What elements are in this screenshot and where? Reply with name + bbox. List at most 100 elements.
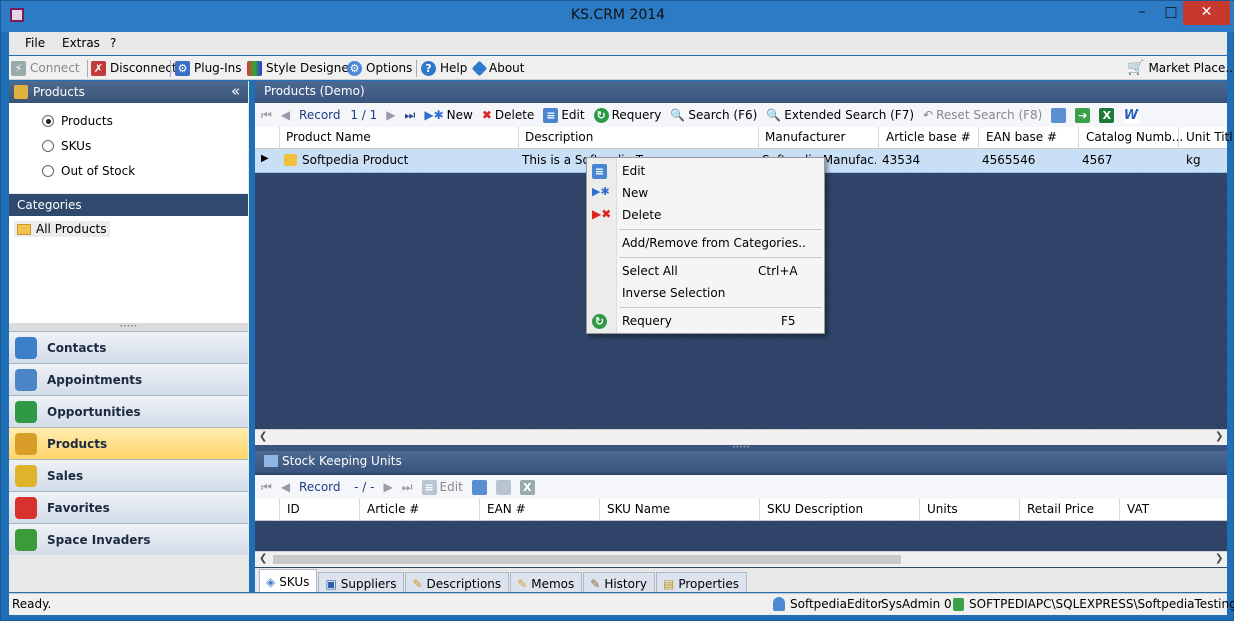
properties-icon: ▤ bbox=[663, 576, 675, 591]
first-record-button[interactable]: ⏮ bbox=[261, 108, 272, 123]
requery-button[interactable]: ↻ Requery bbox=[593, 107, 661, 123]
sku-grid-toolbar: ⏮ ◀ Record - / - ▶ ⏭ ≡ Edit X bbox=[255, 475, 1227, 499]
nav-contacts[interactable]: Contacts bbox=[9, 331, 248, 363]
tab-skus[interactable]: ◈ SKUs bbox=[259, 569, 318, 592]
column-product-name[interactable]: Product Name bbox=[286, 130, 371, 144]
context-edit[interactable]: Edit bbox=[622, 164, 645, 178]
column-ean-base[interactable]: EAN base # bbox=[986, 130, 1057, 144]
column-article[interactable]: Article # bbox=[367, 502, 419, 516]
products-panel-header: Products (Demo) bbox=[255, 81, 1227, 103]
status-user: SoftpediaEditor bbox=[790, 597, 883, 611]
column-units[interactable]: Units bbox=[927, 502, 958, 516]
sku-hscrollbar[interactable]: ❮ ❯ bbox=[255, 551, 1227, 567]
column-sku-name[interactable]: SKU Name bbox=[607, 502, 670, 516]
column-id[interactable]: ID bbox=[287, 502, 300, 516]
extended-search-button[interactable]: 🔍 Extended Search (F7) bbox=[766, 108, 914, 122]
column-separator bbox=[279, 127, 280, 149]
status-bar: Ready. SoftpediaEditor SysAdmin 0 SOFTPE… bbox=[9, 593, 1234, 615]
context-new[interactable]: New bbox=[622, 186, 648, 200]
next-record-button[interactable]: ▶ bbox=[384, 480, 393, 494]
first-record-button[interactable]: ⏮ bbox=[261, 480, 272, 495]
context-add-remove-categories[interactable]: Add/Remove from Categories.. bbox=[622, 236, 806, 250]
radio-indicator bbox=[42, 140, 54, 152]
word-button[interactable]: W bbox=[1123, 107, 1139, 123]
delete-button[interactable]: ✖ Delete bbox=[482, 108, 535, 122]
edit-button[interactable]: ≡ Edit bbox=[543, 107, 585, 123]
context-delete[interactable]: Delete bbox=[622, 208, 661, 222]
new-icon: ▶✱ bbox=[592, 185, 610, 198]
export-db-button[interactable] bbox=[1051, 107, 1067, 123]
prev-record-button[interactable]: ◀ bbox=[281, 480, 290, 494]
about-button[interactable]: About bbox=[471, 60, 524, 76]
last-record-button[interactable]: ⏭ bbox=[405, 108, 416, 123]
select-all-shortcut: Ctrl+A bbox=[758, 264, 798, 278]
plugins-button[interactable]: ⚙ Plug-Ins bbox=[175, 60, 242, 76]
scroll-right-icon[interactable]: ❯ bbox=[1215, 553, 1223, 564]
help-button[interactable]: ? Help bbox=[421, 60, 467, 76]
export-button[interactable]: ➔ bbox=[1075, 107, 1091, 123]
disconnect-button[interactable]: ✗ Disconnect bbox=[91, 60, 177, 76]
column-vat[interactable]: VAT bbox=[1127, 502, 1149, 516]
column-sku-description[interactable]: SKU Description bbox=[767, 502, 863, 516]
reset-search-button[interactable]: ↶ Reset Search (F8) bbox=[923, 108, 1042, 122]
product-icon bbox=[284, 154, 297, 166]
export-icon bbox=[495, 479, 511, 495]
column-manufacturer[interactable]: Manufacturer bbox=[765, 130, 845, 144]
delete-icon: ✖ bbox=[481, 108, 492, 122]
nav-favorites[interactable]: Favorites bbox=[9, 491, 248, 523]
collapse-button[interactable]: « bbox=[231, 82, 240, 100]
tab-descriptions[interactable]: ✎ Descriptions bbox=[405, 572, 510, 592]
app-window: KS.CRM 2014 – □ ✕ File Extras ? ⚡ Connect… bbox=[0, 0, 1234, 621]
tab-memos[interactable]: ✎ Memos bbox=[510, 572, 583, 592]
menu-extras[interactable]: Extras bbox=[62, 36, 100, 50]
last-record-button[interactable]: ⏭ bbox=[402, 480, 413, 495]
search-button[interactable]: 🔍 Search (F6) bbox=[670, 108, 757, 122]
tab-suppliers[interactable]: ▣ Suppliers bbox=[318, 572, 405, 592]
context-requery[interactable]: Requery bbox=[622, 314, 672, 328]
nav-space-invaders[interactable]: Space Invaders bbox=[9, 523, 248, 555]
close-button[interactable]: ✕ bbox=[1183, 1, 1230, 25]
scroll-right-icon[interactable]: ❯ bbox=[1215, 431, 1223, 442]
nav-sales[interactable]: Sales bbox=[9, 459, 248, 491]
column-catalog-number[interactable]: Catalog Numb... bbox=[1086, 130, 1183, 144]
new-button[interactable]: ▶✱ New bbox=[424, 108, 472, 122]
splitter[interactable]: ••••• bbox=[9, 323, 248, 331]
menu-help[interactable]: ? bbox=[110, 36, 116, 50]
contacts-icon bbox=[15, 336, 37, 359]
tab-properties[interactable]: ▤ Properties bbox=[656, 572, 748, 592]
context-select-all[interactable]: Select All bbox=[622, 264, 678, 278]
user-icon bbox=[773, 597, 785, 611]
scroll-thumb[interactable] bbox=[273, 555, 901, 564]
excel-button[interactable]: X bbox=[1099, 107, 1115, 123]
column-article-base[interactable]: Article base # bbox=[886, 130, 971, 144]
prev-record-button[interactable]: ◀ bbox=[281, 108, 290, 122]
column-ean[interactable]: EAN # bbox=[487, 502, 526, 516]
scroll-left-icon[interactable]: ❮ bbox=[259, 431, 267, 442]
category-all-products[interactable]: All Products bbox=[14, 221, 110, 237]
next-record-button[interactable]: ▶ bbox=[386, 108, 395, 122]
sku-database-button[interactable] bbox=[471, 479, 487, 495]
menu-file[interactable]: File bbox=[25, 36, 45, 50]
style-designer-button[interactable]: Style Designer bbox=[247, 60, 354, 76]
connect-button[interactable]: ⚡ Connect bbox=[11, 60, 80, 76]
nav-opportunities[interactable]: Opportunities bbox=[9, 395, 248, 427]
market-place-button[interactable]: 🛒 Market Place.. bbox=[1127, 60, 1233, 76]
column-unit-title[interactable]: Unit Titl bbox=[1186, 130, 1233, 144]
radio-out-of-stock[interactable]: Out of Stock bbox=[42, 164, 135, 178]
column-description[interactable]: Description bbox=[525, 130, 593, 144]
context-inverse-selection[interactable]: Inverse Selection bbox=[622, 286, 725, 300]
sku-edit-button[interactable]: ≡ Edit bbox=[421, 479, 463, 495]
scroll-left-icon[interactable]: ❮ bbox=[259, 553, 267, 564]
column-separator bbox=[518, 127, 519, 149]
column-retail-price[interactable]: Retail Price bbox=[1027, 502, 1094, 516]
nav-products[interactable]: Products bbox=[9, 427, 248, 459]
radio-products[interactable]: Products bbox=[42, 114, 113, 128]
products-hscrollbar[interactable]: ❮ ❯ bbox=[255, 429, 1227, 445]
radio-skus[interactable]: SKUs bbox=[42, 139, 91, 153]
sku-excel-button[interactable]: X bbox=[519, 479, 535, 495]
tab-history[interactable]: ✎ History bbox=[583, 572, 656, 592]
sku-export-button[interactable] bbox=[495, 479, 511, 495]
options-button[interactable]: ⚙ Options bbox=[347, 60, 412, 76]
nav-appointments[interactable]: Appointments bbox=[9, 363, 248, 395]
column-separator bbox=[359, 499, 360, 521]
